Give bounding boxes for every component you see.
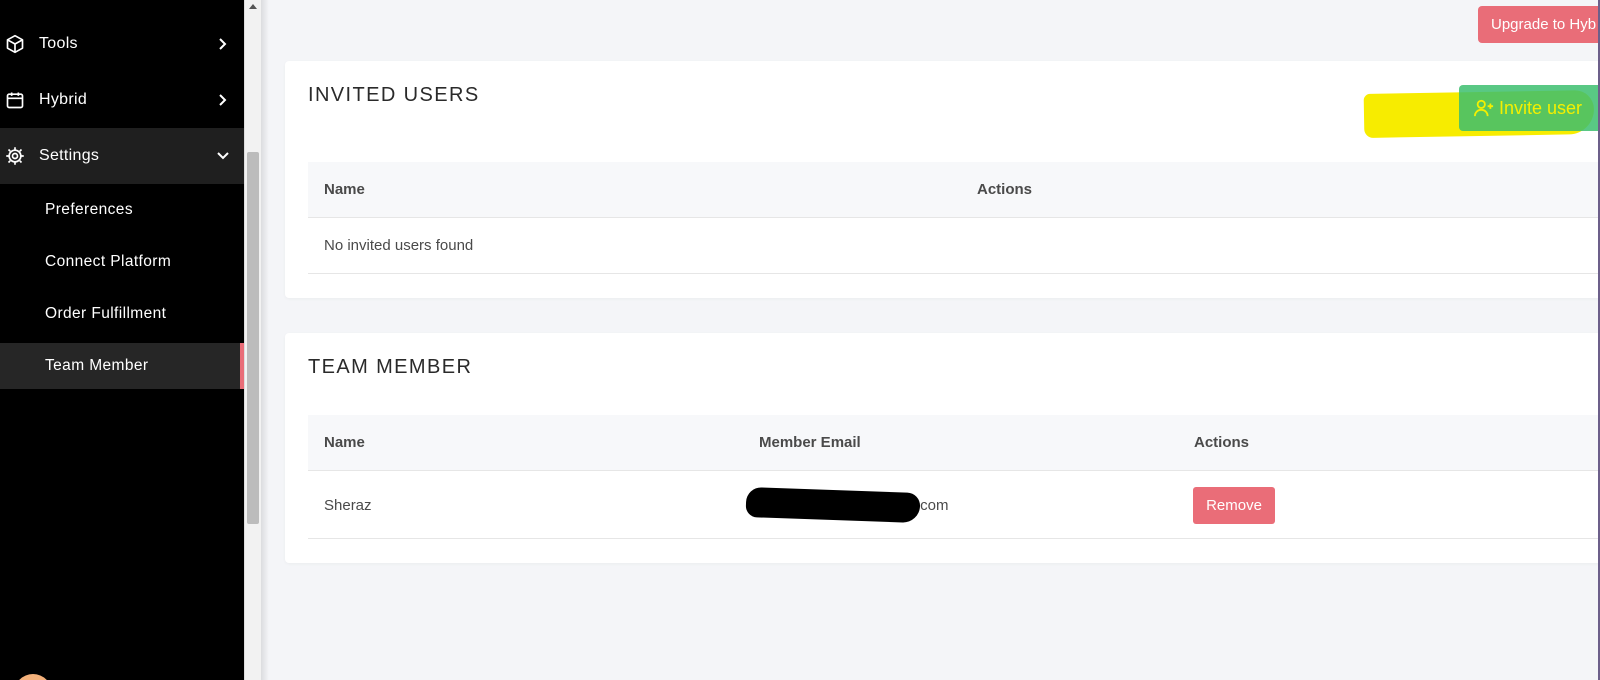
sidebar-subitem-order-fulfillment[interactable]: Order Fulfillment (0, 291, 244, 337)
sidebar-subitem-label: Connect Platform (45, 253, 172, 270)
sidebar-subitem-preferences[interactable]: Preferences (0, 187, 244, 233)
scrollbar-thumb[interactable] (247, 152, 259, 524)
upgrade-button[interactable]: Upgrade to Hyb (1478, 6, 1600, 43)
invited-users-title: INVITED USERS (308, 84, 480, 106)
sidebar-item-label: Tools (39, 35, 78, 52)
column-header-actions: Actions (1194, 434, 1250, 451)
sidebar: Tools Hybrid Settings Preferences Connec… (0, 0, 244, 680)
column-header-actions: Actions (977, 181, 1033, 198)
member-email: .com (916, 497, 949, 514)
avatar[interactable] (14, 674, 52, 680)
sidebar-subitem-label: Preferences (45, 201, 133, 218)
sidebar-item-label: Hybrid (39, 91, 88, 108)
sidebar-shadow (261, 0, 269, 680)
invite-user-label: Invite user (1499, 97, 1583, 118)
chevron-right-icon (216, 37, 230, 51)
invite-user-button[interactable]: Invite user (1459, 85, 1600, 131)
column-header-name: Name (324, 181, 365, 198)
sidebar-subitem-connect-platform[interactable]: Connect Platform (0, 239, 244, 285)
sidebar-item-tools[interactable]: Tools (0, 16, 244, 72)
chevron-down-icon (216, 149, 230, 163)
table-row: No invited users found (308, 218, 1600, 274)
scroll-up-arrow-icon[interactable] (249, 4, 257, 9)
cube-icon (5, 34, 25, 54)
member-name: Sheraz (324, 497, 372, 514)
column-header-member-email: Member Email (759, 434, 861, 451)
calendar-icon (5, 90, 25, 110)
user-plus-icon (1473, 98, 1495, 118)
team-member-table: Name Member Email Actions Sheraz .com (308, 415, 1600, 539)
team-member-card: TEAM MEMBER Name Member Email Actions Sh… (285, 333, 1600, 563)
chevron-right-icon (216, 93, 230, 107)
sidebar-subitem-label: Team Member (45, 357, 149, 374)
sidebar-subitem-label: Order Fulfillment (45, 305, 167, 322)
sidebar-subitem-team-member[interactable]: Team Member (0, 343, 244, 389)
column-header-name: Name (324, 434, 365, 451)
sidebar-item-settings[interactable]: Settings (0, 128, 244, 184)
empty-state-text: No invited users found (324, 237, 474, 254)
remove-member-button[interactable]: Remove (1193, 487, 1275, 524)
table-row: Sheraz .com (308, 471, 1600, 539)
sidebar-item-hybrid[interactable]: Hybrid (0, 72, 244, 128)
invited-users-table: Name Actions No invited users found (308, 162, 1600, 275)
gear-icon (5, 146, 25, 166)
redaction-mark (745, 486, 921, 524)
sidebar-scrollbar[interactable] (244, 0, 261, 680)
team-member-title: TEAM MEMBER (308, 356, 473, 378)
table-header: Name Member Email Actions (308, 415, 1600, 471)
table-header: Name Actions (308, 162, 1600, 218)
sidebar-item-label: Settings (39, 147, 100, 164)
